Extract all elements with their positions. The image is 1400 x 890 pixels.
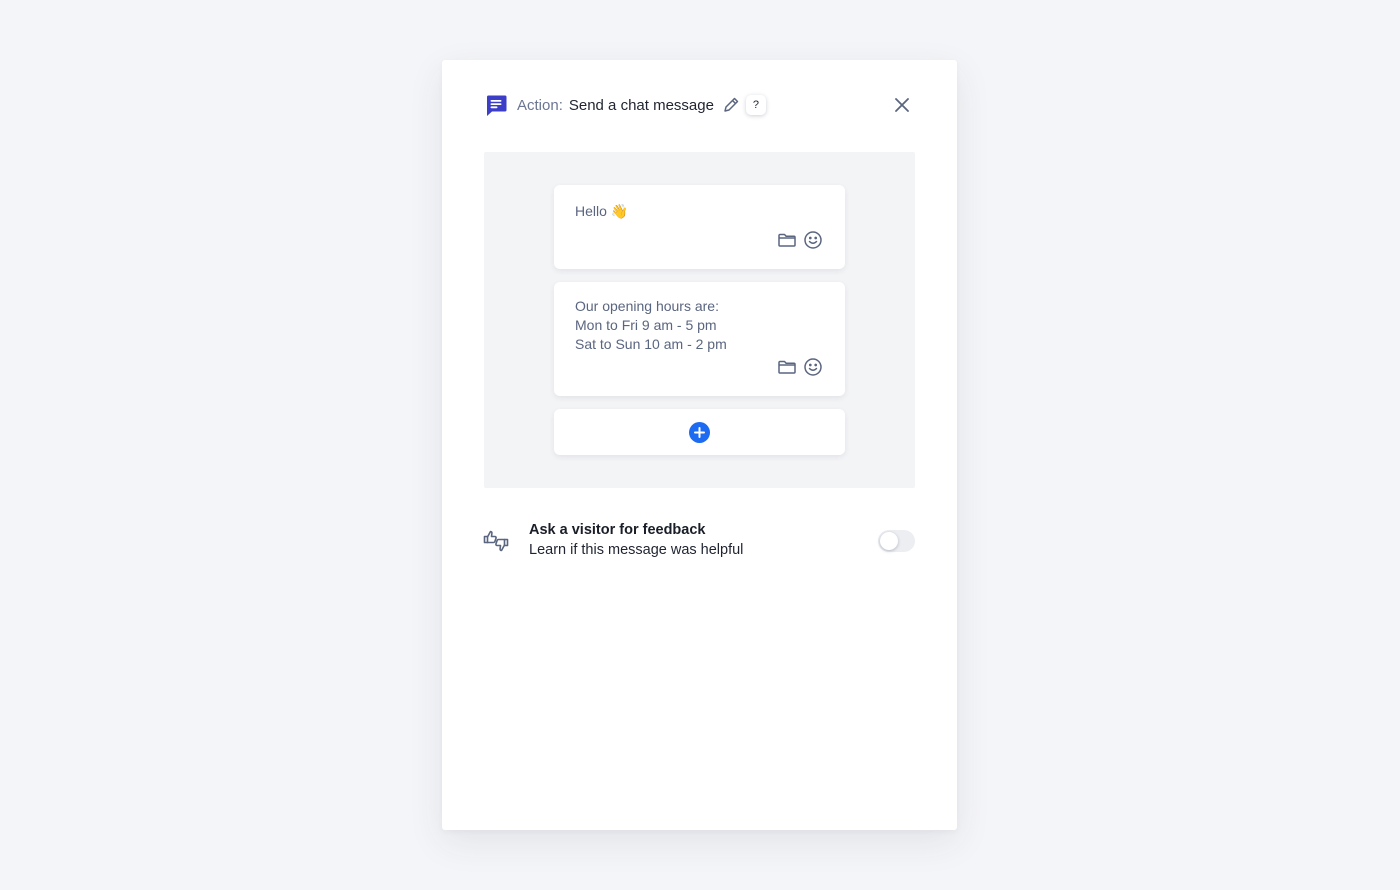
feedback-subtitle: Learn if this message was helpful [529,542,744,558]
emoji-icon[interactable] [803,230,823,250]
action-panel: Action: Send a chat message ? Hello 👋 Ou… [442,60,957,830]
panel-header: Action: Send a chat message ? [484,92,766,118]
folder-icon[interactable] [777,230,797,250]
emoji-icon[interactable] [803,357,823,377]
toggle-knob [880,532,898,550]
feedback-title: Ask a visitor for feedback [529,522,706,538]
message-text[interactable]: Hello 👋 [575,202,628,221]
action-label: Action: [517,96,563,114]
action-name: Send a chat message [568,96,714,114]
close-icon [895,98,909,112]
message-card[interactable]: Hello 👋 [554,185,845,269]
folder-icon[interactable] [777,357,797,377]
plus-icon [689,421,710,443]
feedback-row: Ask a visitor for feedback Learn if this… [482,519,915,563]
messages-area: Hello 👋 Our opening hours are: Mon to Fr… [484,152,915,488]
thumbs-up-down-icon [482,527,510,555]
close-button[interactable] [892,95,912,115]
feedback-toggle[interactable] [878,530,915,552]
chat-message-icon [484,93,508,117]
help-button[interactable]: ? [745,95,766,115]
message-tools [777,357,823,377]
message-text[interactable]: Our opening hours are: Mon to Fri 9 am -… [575,297,727,354]
pencil-icon[interactable] [722,96,740,114]
add-message-button[interactable] [554,409,845,455]
message-card[interactable]: Our opening hours are: Mon to Fri 9 am -… [554,282,845,396]
message-tools [777,230,823,250]
